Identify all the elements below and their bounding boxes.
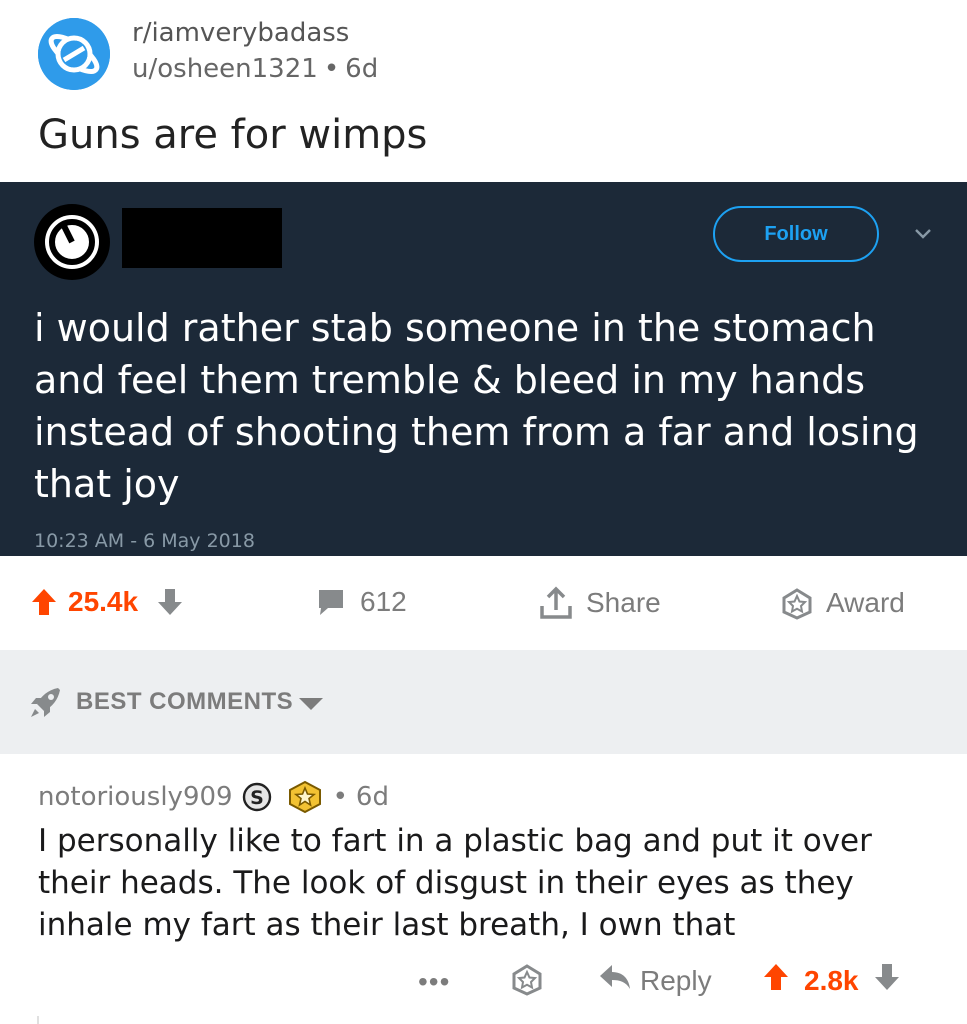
caret-down-icon xyxy=(298,697,324,716)
gold-star-award-icon xyxy=(279,780,323,814)
upvote-arrow-icon[interactable] xyxy=(30,587,58,617)
comment-age: 6d xyxy=(355,782,389,812)
comment-score: 2.8k xyxy=(804,964,859,996)
tweet-avatar xyxy=(34,204,110,280)
tweet-text: i would rather stab someone in the stoma… xyxy=(34,306,919,506)
comment-body: I personally like to fart in a plastic b… xyxy=(38,823,872,943)
tweet-screenshot[interactable]: Follow i would rather stab someone in th… xyxy=(0,182,967,556)
post-title: Guns are for wimps xyxy=(38,112,428,158)
downvote-arrow-icon[interactable] xyxy=(873,962,901,999)
rocket-icon xyxy=(28,684,64,725)
meta-separator: • xyxy=(323,54,340,84)
reply-button[interactable]: Reply xyxy=(598,962,712,999)
redacted-username xyxy=(122,208,282,268)
comment-separator: • xyxy=(332,782,348,812)
sort-label: BEST COMMENTS xyxy=(76,688,294,715)
upvote-arrow-icon[interactable] xyxy=(762,962,790,999)
comment-bubble-icon xyxy=(316,587,346,617)
follow-button[interactable]: Follow xyxy=(713,206,879,262)
reply-label: Reply xyxy=(640,964,712,996)
thread-line xyxy=(37,1016,39,1024)
silver-coin-award-icon: S xyxy=(233,781,273,813)
comment-sort-bar[interactable]: BEST COMMENTS xyxy=(0,650,967,754)
comment: notoriously909 S • 6d I personally like … xyxy=(0,754,967,1024)
comment-meta: notoriously909 S • 6d xyxy=(38,780,389,814)
svg-text:S: S xyxy=(250,787,264,809)
post-author[interactable]: u/osheen1321 xyxy=(132,54,318,84)
award-button[interactable]: Award xyxy=(780,586,905,620)
post-vote-group: 25.4k xyxy=(30,586,184,618)
award-star-icon xyxy=(780,586,814,620)
comment-author[interactable]: notoriously909 xyxy=(38,782,233,812)
share-button[interactable]: Share xyxy=(538,586,661,620)
post-action-bar: 25.4k 612 Share Award xyxy=(0,556,967,650)
comments-button[interactable]: 612 xyxy=(316,586,407,618)
comment-vote-group: 2.8k xyxy=(762,962,901,999)
downvote-arrow-icon[interactable] xyxy=(156,587,184,617)
more-options-icon[interactable]: ••• xyxy=(418,966,450,998)
post-header: r/iamverybadass u/osheen1321 • 6d Guns are… xyxy=(0,0,967,180)
subreddit-planet-icon[interactable] xyxy=(38,18,110,90)
reply-arrow-icon xyxy=(598,962,632,999)
chevron-down-icon[interactable] xyxy=(913,226,933,242)
share-label: Share xyxy=(586,587,661,618)
comment-actions: ••• Reply 2.8k xyxy=(0,954,967,1014)
share-upload-icon xyxy=(538,586,574,620)
post-score: 25.4k xyxy=(68,586,139,617)
comment-award-button[interactable] xyxy=(510,962,544,1003)
award-label: Award xyxy=(826,587,905,618)
post-meta: u/osheen1321 • 6d xyxy=(132,54,378,84)
comments-count: 612 xyxy=(360,586,407,617)
post-age: 6d xyxy=(345,54,379,84)
tweet-timestamp: 10:23 AM - 6 May 2018 xyxy=(34,530,255,552)
subreddit-name[interactable]: r/iamverybadass xyxy=(132,18,349,48)
award-star-icon xyxy=(510,962,544,1003)
